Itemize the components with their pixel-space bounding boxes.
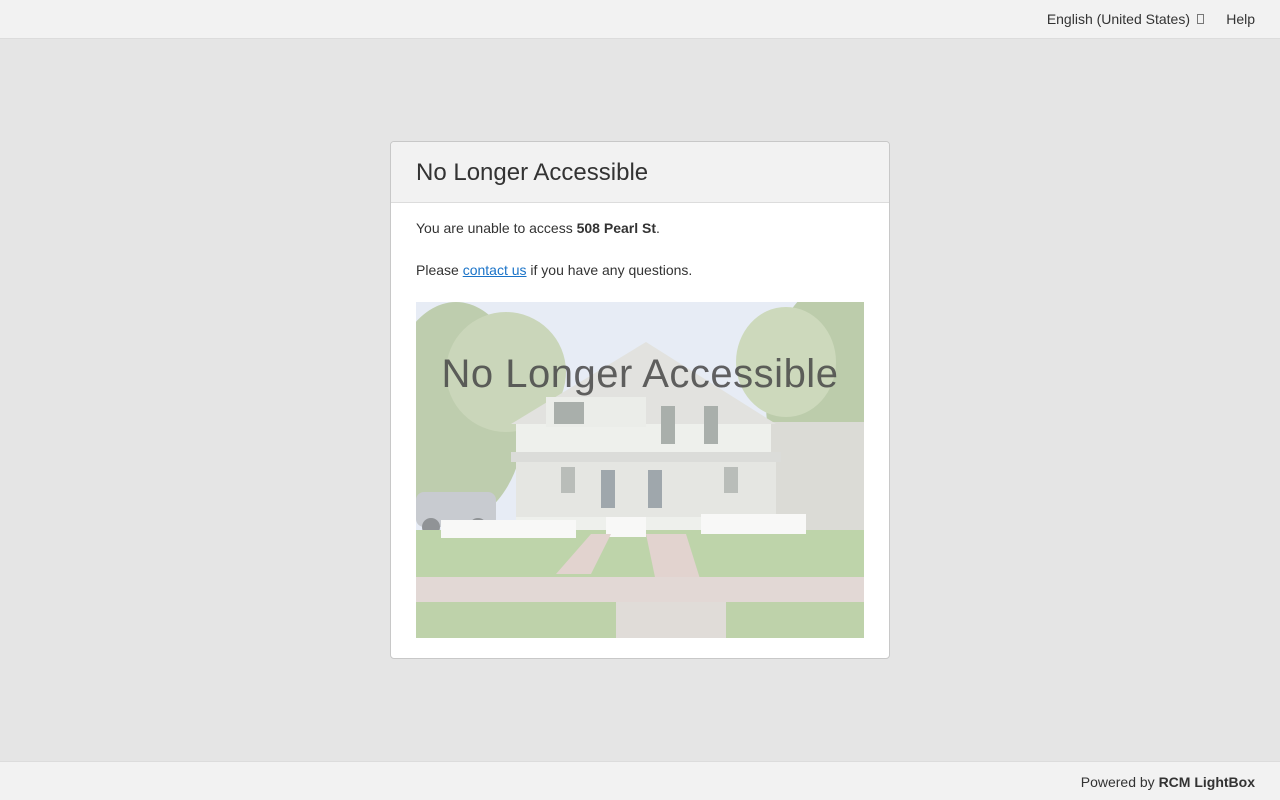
footer: Powered by RCM LightBox: [0, 761, 1280, 800]
access-message: You are unable to access 508 Pearl St.: [416, 220, 660, 236]
caret-icon: [1197, 14, 1204, 24]
powered-prefix: Powered by: [1080, 774, 1159, 790]
contact-message: Please contact us if you have any questi…: [416, 262, 692, 278]
contact-us-link[interactable]: contact us: [463, 262, 527, 278]
message-suffix: .: [656, 220, 660, 236]
message-prefix: You are unable to access: [416, 220, 577, 236]
powered-by: Powered by RCM LightBox: [1081, 774, 1255, 790]
access-card: No Longer Accessible You are unable to a…: [390, 141, 890, 659]
contact-suffix: if you have any questions.: [526, 262, 693, 278]
help-link[interactable]: Help: [1226, 11, 1255, 27]
contact-prefix: Please: [416, 262, 463, 278]
language-label: English (United States): [1046, 11, 1190, 27]
property-photo: No Longer Accessible: [416, 302, 864, 638]
property-name: 508 Pearl St: [576, 220, 656, 236]
card-header: No Longer Accessible: [391, 142, 889, 203]
photo-overlay-label: No Longer Accessible: [441, 352, 839, 396]
language-selector[interactable]: English (United States): [1047, 11, 1204, 27]
brand-name: RCM LightBox: [1158, 774, 1255, 790]
top-bar: English (United States) Help: [0, 0, 1280, 39]
page-title: No Longer Accessible: [416, 159, 649, 186]
